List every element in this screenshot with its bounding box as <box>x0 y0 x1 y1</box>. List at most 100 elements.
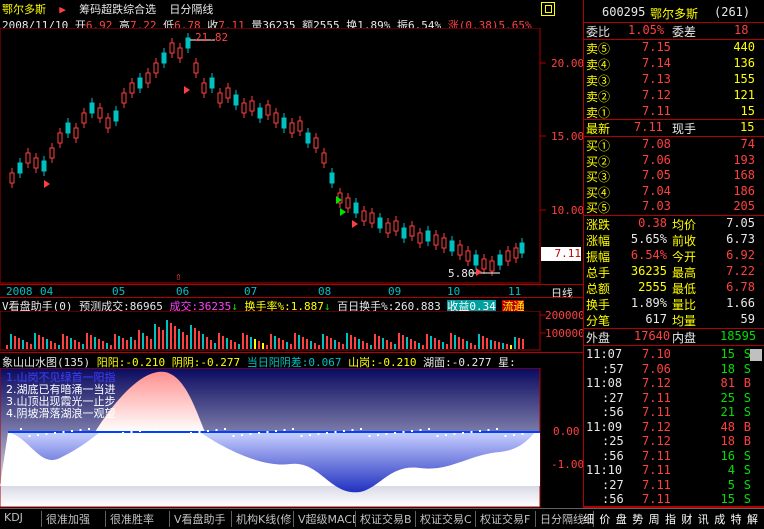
landscape-dot <box>37 434 39 436</box>
stat-label: 今开 <box>672 250 697 264</box>
candle-body <box>297 120 303 132</box>
volume-bar <box>382 338 384 349</box>
stat-label: 均量 <box>672 314 697 328</box>
candle-body <box>193 62 199 74</box>
marker-icon: ⇧ <box>175 270 182 283</box>
scroll-up-icon[interactable] <box>750 349 762 361</box>
candle-body <box>201 82 207 94</box>
tab-item[interactable]: 很准加强 <box>42 511 106 527</box>
inner-value: 18595 <box>720 329 757 343</box>
tab-item[interactable]: KDJ <box>0 511 42 527</box>
volume-bar <box>62 334 64 349</box>
stat-value: 7.22 <box>726 264 755 278</box>
tab-item[interactable]: 权证交易C <box>416 511 476 527</box>
tab-item[interactable]: 权证交易B <box>356 511 416 527</box>
volume-bar <box>234 342 236 349</box>
quote-tab[interactable]: 盘 <box>616 511 627 527</box>
stat-row: 换手 1.89% 量比 1.66 <box>584 296 764 312</box>
quote-tab[interactable]: 周 <box>649 511 660 527</box>
indicator-legend: 1.山岗不见绿首一阳指 2.湖底已有暗涌一当进 3.山顶出现霞光一止步 4.阴坡… <box>6 372 116 420</box>
tick-bs: B <box>743 376 751 390</box>
landscape-dot <box>241 434 243 436</box>
landscape-dot <box>292 428 294 430</box>
tick-bs: S <box>743 390 751 405</box>
volume-bar <box>318 345 320 349</box>
quote-tab[interactable]: 讯 <box>698 511 709 527</box>
quote-tab[interactable]: 细 <box>583 511 594 527</box>
candle-body <box>457 244 463 256</box>
stat-label: 总手 <box>586 266 611 280</box>
candle-body <box>129 82 135 94</box>
tick-bs: S <box>743 463 751 477</box>
volume-bar <box>314 343 316 349</box>
quote-tab[interactable]: 财 <box>681 511 692 527</box>
bid-row: 买② 7.06 193 <box>584 153 764 169</box>
volume-bar <box>470 343 472 349</box>
volume-bar <box>438 340 440 349</box>
volume-bar <box>278 338 280 349</box>
vol-tick-100000: 100000 <box>545 327 585 340</box>
quote-tab[interactable]: 势 <box>632 511 643 527</box>
tab-item[interactable]: V看盘助手 <box>170 511 232 527</box>
weicha-label: 委差 <box>672 25 697 39</box>
tab-item[interactable]: 机构K线(修 <box>232 511 294 527</box>
candle-body <box>233 94 239 106</box>
volume-bar <box>18 338 20 349</box>
volume-bar <box>426 334 428 349</box>
volume-chart[interactable] <box>0 311 583 351</box>
quote-tab[interactable]: 成 <box>714 511 725 527</box>
tab-item[interactable]: 很准胜率 <box>106 511 170 527</box>
kline-chart[interactable] <box>0 28 583 284</box>
volume-bar <box>202 334 204 349</box>
price-tick-20: 20.00 <box>551 57 585 70</box>
quote-tab[interactable]: 解 <box>747 511 758 527</box>
volume-bar <box>338 342 340 349</box>
landscape-dot <box>54 432 56 434</box>
volume-bar <box>26 342 28 349</box>
quote-tab[interactable]: 特 <box>731 511 742 527</box>
landscape-dot <box>20 428 22 430</box>
candle-body <box>409 225 415 237</box>
tab-item[interactable]: 权证交易F <box>476 511 536 527</box>
volume-bar <box>510 345 512 349</box>
tick-time: :27 <box>602 477 624 492</box>
landscape-dot <box>258 432 260 434</box>
tick-price: 7.12 <box>642 376 671 390</box>
tick-price: 7.11 <box>642 405 671 419</box>
volume-bar <box>310 341 312 349</box>
tick-price: 7.12 <box>642 434 671 448</box>
candle-body <box>345 197 351 209</box>
volume-bar <box>6 345 8 349</box>
tick-time: :56 <box>602 405 624 419</box>
volume-bar <box>166 320 168 349</box>
candle-body <box>241 102 247 114</box>
legend-line-4: 4.阴坡滑落湖浪一观望 <box>6 407 116 420</box>
volume-bar <box>330 338 332 349</box>
vol-tick-200000: 200000 <box>545 309 585 322</box>
bid-vol: 186 <box>733 183 755 198</box>
ask-vol: 155 <box>733 72 755 86</box>
landscape-dot <box>487 429 490 431</box>
tick-bs: B <box>743 434 751 448</box>
volume-bar <box>50 341 52 349</box>
quote-tab[interactable]: 价 <box>599 511 610 527</box>
lock-icon[interactable] <box>541 2 555 16</box>
tick-vol: 21 <box>720 405 735 419</box>
stat-row: 总额 2555 最低 6.78 <box>584 280 764 296</box>
quote-tab[interactable]: 指 <box>665 511 676 527</box>
volume-bar <box>182 332 184 349</box>
volume-bar <box>290 344 292 349</box>
tick-time: 11:10 <box>586 463 623 477</box>
volume-bar <box>258 341 260 349</box>
tick-bs: S <box>743 492 751 506</box>
chart-area[interactable]: 鄂尔多斯 ▶ 筹码超跌综合选 日分隔线 2008/11/10 开6.92 高7.… <box>0 0 585 508</box>
stat-label: 振幅 <box>586 250 611 264</box>
tab-item[interactable]: V超级MACD <box>294 511 356 527</box>
candle-body <box>465 250 471 262</box>
landscape-dot <box>275 430 277 432</box>
stock-num: (261) <box>714 5 751 19</box>
landscape-dot <box>173 434 175 436</box>
stat-value: 5.65% <box>630 232 667 246</box>
tick-vol: 15 <box>720 347 735 361</box>
volume-bar <box>454 335 456 349</box>
